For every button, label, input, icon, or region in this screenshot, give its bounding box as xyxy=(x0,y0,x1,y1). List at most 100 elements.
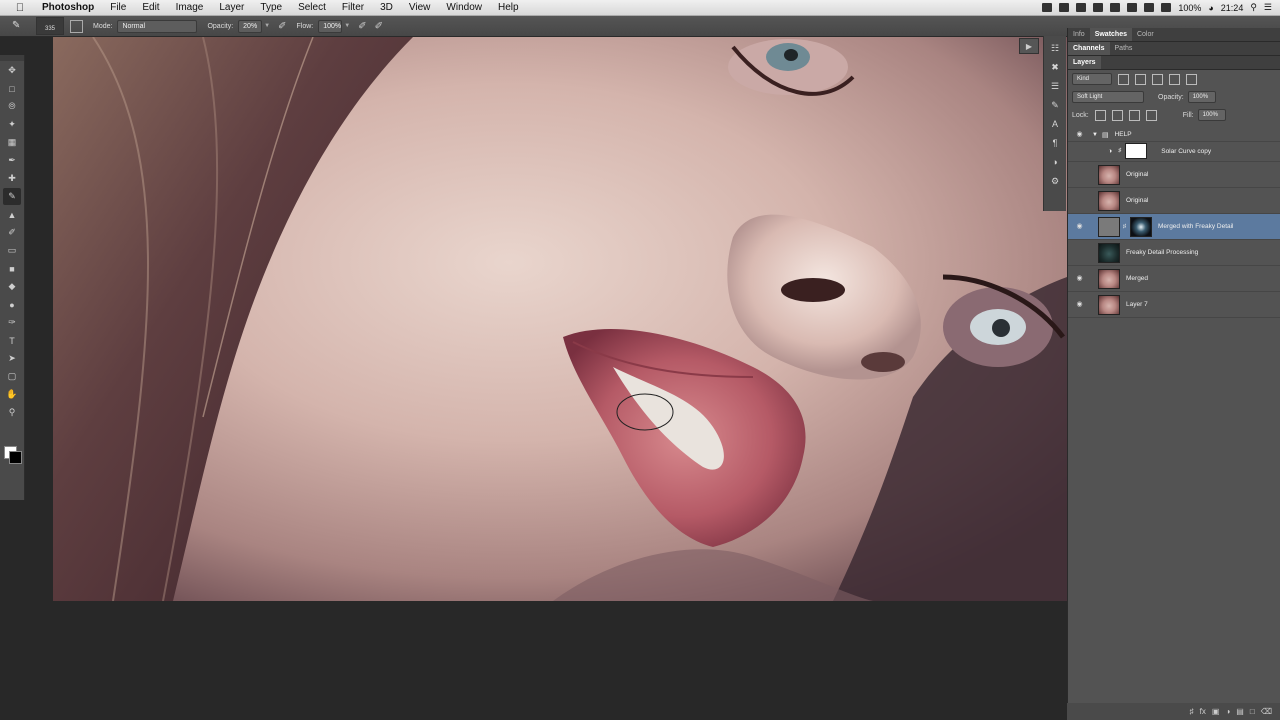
brush-panel-toggle-icon[interactable] xyxy=(70,19,83,33)
document-canvas[interactable] xyxy=(53,37,1067,601)
filter-type-icon[interactable] xyxy=(1152,73,1163,85)
menu-filter[interactable]: Filter xyxy=(334,0,372,15)
history-brush-tool-icon[interactable]: ✐ xyxy=(3,224,21,241)
menu-image[interactable]: Image xyxy=(168,0,212,15)
brush-preset-picker[interactable]: 335 xyxy=(36,17,64,35)
lock-position-icon[interactable] xyxy=(1128,109,1140,121)
layer-original-1[interactable]: ◉ Original xyxy=(1068,162,1280,188)
brush-presets-panel-icon[interactable]: ☰ xyxy=(1048,79,1062,93)
status-bluetooth-icon[interactable] xyxy=(1127,3,1138,12)
layer-filter-select[interactable]: Kind xyxy=(1072,73,1112,85)
background-color-swatch[interactable] xyxy=(9,451,22,464)
layer-style-icon[interactable]: fx xyxy=(1200,707,1206,716)
notification-icon[interactable]: ☰ xyxy=(1264,2,1272,13)
status-evernote-icon[interactable] xyxy=(1076,3,1087,12)
layer-solar-curve-copy[interactable]: ◉ ◑ ♯ Solar Curve copy xyxy=(1068,141,1280,162)
add-mask-icon[interactable]: ▣ xyxy=(1212,707,1220,716)
new-layer-icon[interactable]: □ xyxy=(1250,707,1255,716)
opacity-dropdown-icon[interactable]: ▼ xyxy=(264,23,270,29)
menu-select[interactable]: Select xyxy=(290,0,334,15)
marquee-tool-icon[interactable]: □ xyxy=(3,80,21,97)
lasso-tool-icon[interactable]: ⦾ xyxy=(3,98,21,115)
delete-layer-icon[interactable]: ⌫ xyxy=(1261,707,1272,716)
visibility-eye-icon[interactable]: ◉ xyxy=(1075,131,1084,138)
tab-color[interactable]: Color xyxy=(1132,28,1159,41)
link-layers-icon[interactable]: ♯ xyxy=(1190,707,1194,716)
filter-smart-object-icon[interactable] xyxy=(1186,73,1197,85)
clone-stamp-tool-icon[interactable]: ▲ xyxy=(3,206,21,223)
visibility-eye-icon[interactable]: ◉ xyxy=(1075,249,1084,256)
actions-play-button[interactable]: ▶ xyxy=(1019,38,1039,54)
flow-dropdown-icon[interactable]: ▼ xyxy=(344,23,350,29)
quick-select-tool-icon[interactable]: ✦ xyxy=(3,116,21,133)
menu-type[interactable]: Type xyxy=(252,0,290,15)
lock-pixels-icon[interactable] xyxy=(1111,109,1123,121)
brush-tool-icon[interactable]: ✎ xyxy=(3,188,21,205)
lock-transparent-icon[interactable] xyxy=(1094,109,1106,121)
status-camera-icon[interactable] xyxy=(1042,3,1053,12)
menu-help[interactable]: Help xyxy=(490,0,527,15)
shape-tool-icon[interactable]: ▢ xyxy=(3,368,21,385)
new-group-icon[interactable]: ▤ xyxy=(1236,707,1244,716)
pressure-size-icon[interactable]: ✐ xyxy=(375,21,383,32)
tab-layers[interactable]: Layers xyxy=(1068,56,1101,69)
eyedropper-tool-icon[interactable]: ✒ xyxy=(3,152,21,169)
menu-layer[interactable]: Layer xyxy=(211,0,252,15)
path-select-tool-icon[interactable]: ➤ xyxy=(3,350,21,367)
new-adjustment-layer-icon[interactable]: ◑ xyxy=(1225,707,1230,716)
layer-layer-7[interactable]: ◉ Layer 7 xyxy=(1068,292,1280,318)
visibility-eye-icon[interactable]: ◉ xyxy=(1075,223,1084,230)
blend-mode-select[interactable]: Soft Light xyxy=(1072,91,1144,103)
battery-icon[interactable] xyxy=(1161,3,1172,12)
visibility-eye-icon[interactable]: ◉ xyxy=(1075,148,1084,155)
mode-select[interactable]: Normal xyxy=(117,19,198,33)
brush-tool-icon[interactable]: ✎ xyxy=(12,19,28,33)
layer-freaky-detail-processing[interactable]: ◉ Freaky Detail Processing xyxy=(1068,240,1280,266)
visibility-eye-icon[interactable]: ◉ xyxy=(1075,197,1084,204)
filter-adjustment-icon[interactable] xyxy=(1135,73,1146,85)
menu-view[interactable]: View xyxy=(401,0,439,15)
gradient-tool-icon[interactable]: ■ xyxy=(3,260,21,277)
history-panel-icon[interactable]: ☷ xyxy=(1048,41,1062,55)
visibility-eye-icon[interactable]: ◉ xyxy=(1075,171,1084,178)
lock-all-icon[interactable] xyxy=(1145,109,1157,121)
hand-tool-icon[interactable]: ✋ xyxy=(3,386,21,403)
visibility-eye-icon[interactable]: ◉ xyxy=(1075,301,1084,308)
dodge-tool-icon[interactable]: ● xyxy=(3,296,21,313)
fill-field[interactable]: 100% xyxy=(1197,109,1226,121)
visibility-eye-icon[interactable]: ◉ xyxy=(1075,275,1084,282)
tool-presets-panel-icon[interactable]: ✖ xyxy=(1048,60,1062,74)
layer-group-help[interactable]: ◉ ▼ ▤ HELP xyxy=(1068,128,1280,142)
layer-merged[interactable]: ◉ Merged xyxy=(1068,266,1280,292)
crop-tool-icon[interactable]: ▦ xyxy=(3,134,21,151)
tools-panel-grip[interactable] xyxy=(0,55,24,61)
flow-field[interactable]: 100% xyxy=(318,19,343,33)
eraser-tool-icon[interactable]: ▭ xyxy=(3,242,21,259)
move-tool-icon[interactable]: ✥ xyxy=(3,62,21,79)
layer-opacity-field[interactable]: 100% xyxy=(1187,91,1216,103)
layer-merged-with-freaky-detail[interactable]: ◉ ♯ Merged with Freaky Detail xyxy=(1068,214,1280,240)
apple-icon[interactable]:  xyxy=(14,2,26,14)
adjustments-panel-icon[interactable]: ◑ xyxy=(1048,155,1062,169)
status-sync-icon[interactable] xyxy=(1093,3,1104,12)
brush-panel-icon[interactable]: ✎ xyxy=(1048,98,1062,112)
pen-tool-icon[interactable]: ✑ xyxy=(3,314,21,331)
clock[interactable]: 21:24 xyxy=(1221,3,1244,13)
blur-tool-icon[interactable]: ◆ xyxy=(3,278,21,295)
tab-channels[interactable]: Channels xyxy=(1068,42,1110,55)
properties-panel-icon[interactable]: ⚙ xyxy=(1048,174,1062,188)
spotlight-icon[interactable]: ⚲ xyxy=(1250,2,1257,13)
tab-paths[interactable]: Paths xyxy=(1110,42,1138,55)
layer-original-2[interactable]: ◉ Original xyxy=(1068,188,1280,214)
menu-file[interactable]: File xyxy=(102,0,134,15)
airbrush-icon[interactable]: ✐ xyxy=(358,21,366,32)
menu-3d[interactable]: 3D xyxy=(372,0,401,15)
status-app-icon[interactable] xyxy=(1059,3,1070,12)
filter-pixel-icon[interactable] xyxy=(1118,73,1129,85)
status-dropbox-icon[interactable] xyxy=(1110,3,1121,12)
paragraph-panel-icon[interactable]: ¶ xyxy=(1048,136,1062,150)
type-tool-icon[interactable]: T xyxy=(3,332,21,349)
tab-swatches[interactable]: Swatches xyxy=(1089,28,1132,41)
menu-window[interactable]: Window xyxy=(438,0,490,15)
filter-shape-icon[interactable] xyxy=(1169,73,1180,85)
